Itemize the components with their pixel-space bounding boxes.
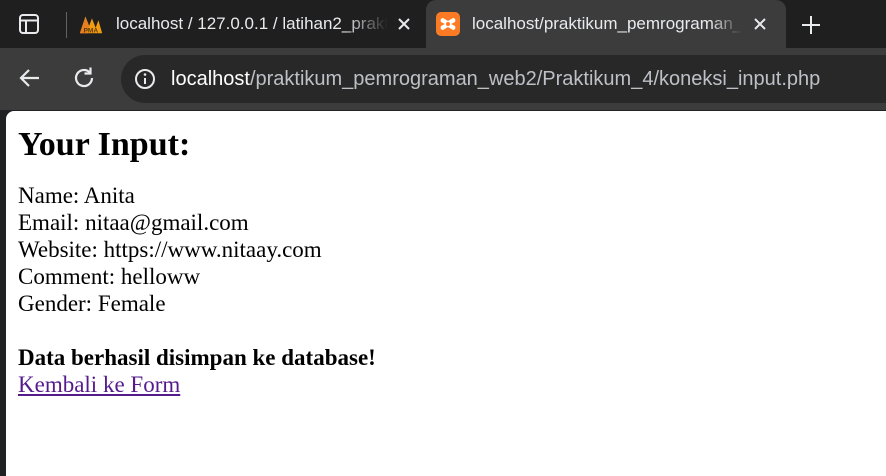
svg-text:PMA: PMA: [84, 27, 99, 34]
tab-phpmyadmin[interactable]: PMA localhost / 127.0.0.1 / latihan2_pra…: [70, 0, 426, 48]
field-website: Website: https://www.nitaay.com: [18, 237, 322, 262]
address-bar[interactable]: localhost/praktikum_pemrograman_web2/Pra…: [121, 55, 886, 103]
field-gender: Gender: Female: [18, 291, 166, 316]
close-tab-icon[interactable]: [394, 14, 414, 34]
status-message: Data berhasil disimpan ke database!: [18, 345, 376, 370]
back-arrow-icon[interactable]: [16, 64, 44, 92]
url-host: localhost: [171, 68, 250, 90]
field-comment: Comment: helloww: [18, 264, 201, 289]
field-email: Email: nitaa@gmail.com: [18, 210, 249, 235]
reload-icon[interactable]: [70, 64, 98, 92]
tab-separator: [66, 12, 67, 38]
tab-koneksi-input[interactable]: localhost/praktikum_pemrograman_web2/Pra…: [426, 0, 786, 48]
site-info-icon[interactable]: [133, 67, 157, 91]
phpmyadmin-icon: PMA: [78, 11, 104, 37]
page-viewport: Your Input: Name: Anita Email: nitaa@gma…: [6, 111, 886, 476]
tab-strip: PMA localhost / 127.0.0.1 / latihan2_pra…: [0, 0, 886, 48]
back-to-form-link[interactable]: Kembali ke Form: [18, 371, 180, 398]
url-text[interactable]: localhost/praktikum_pemrograman_web2/Pra…: [171, 66, 820, 92]
tab-title: localhost/praktikum_pemrograman_web2/Pra…: [472, 14, 742, 33]
xampp-icon: [435, 11, 461, 37]
close-tab-icon[interactable]: [750, 14, 770, 34]
field-name: Name: Anita: [18, 183, 135, 208]
page-heading: Your Input:: [18, 126, 191, 163]
toolbar: localhost/praktikum_pemrograman_web2/Pra…: [0, 48, 886, 110]
page-content: Your Input: Name: Anita Email: nitaa@gma…: [18, 111, 376, 398]
side-panel-icon[interactable]: [17, 12, 41, 36]
tab-title: localhost / 127.0.0.1 / latihan2_praktik…: [116, 14, 388, 33]
new-tab-icon[interactable]: [798, 12, 824, 38]
url-path: /praktikum_pemrograman_web2/Praktikum_4/…: [249, 68, 821, 90]
